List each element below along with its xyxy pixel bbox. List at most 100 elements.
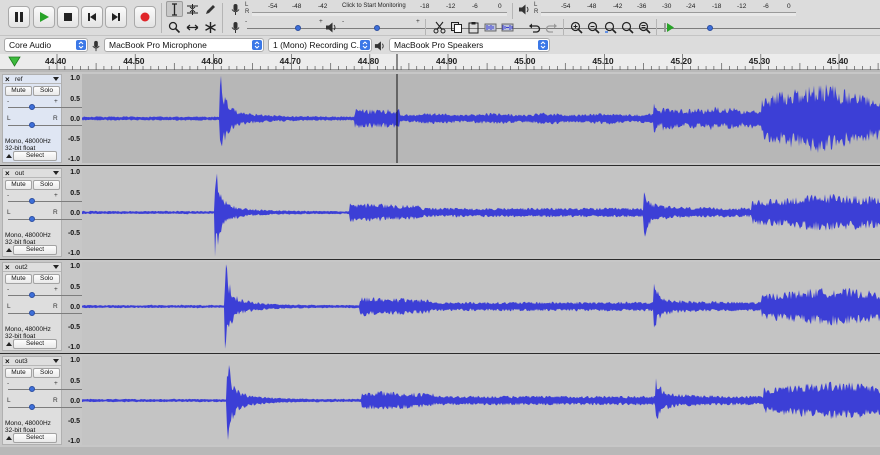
- stop-button[interactable]: [57, 6, 79, 28]
- track-name[interactable]: ref: [15, 75, 23, 84]
- skip-to-end-button[interactable]: [105, 6, 127, 28]
- ruler-label: 45.00: [514, 56, 536, 66]
- gain-slider[interactable]: [8, 103, 880, 111]
- cut-button[interactable]: [431, 19, 448, 35]
- collapse-track-icon[interactable]: [6, 342, 12, 346]
- play-meter-button[interactable]: [516, 1, 533, 17]
- gain-knob[interactable]: [29, 104, 35, 110]
- recording-channels-select[interactable]: 1 (Mono) Recording C...: [268, 38, 372, 52]
- play-speed-knob[interactable]: [707, 25, 714, 31]
- gain-knob[interactable]: [29, 292, 35, 298]
- envelope-tool[interactable]: [184, 1, 201, 17]
- track-name[interactable]: out: [15, 169, 24, 178]
- mute-button[interactable]: Mute: [5, 180, 32, 190]
- mute-button[interactable]: Mute: [5, 86, 32, 96]
- solo-button[interactable]: Solo: [33, 180, 60, 190]
- track-out2[interactable]: × out2 Mute Solo - + L R Mono, 48000Hz 3…: [0, 260, 880, 353]
- pan-slider[interactable]: [8, 403, 880, 411]
- play-meter-bar[interactable]: [541, 12, 796, 16]
- undo-button[interactable]: [526, 19, 543, 35]
- close-track-button[interactable]: ×: [5, 169, 10, 178]
- track-menu-icon[interactable]: [53, 77, 59, 81]
- track-control-panel[interactable]: × out2 Mute Solo - + L R Mono, 48000Hz 3…: [2, 262, 880, 351]
- track-menu-icon[interactable]: [53, 359, 59, 363]
- multi-tool[interactable]: [202, 19, 219, 35]
- waveform[interactable]: [82, 262, 880, 351]
- play-speed-slider[interactable]: [680, 24, 880, 32]
- gain-slider[interactable]: [8, 291, 880, 299]
- draw-tool[interactable]: [202, 1, 219, 17]
- waveform[interactable]: [82, 74, 880, 163]
- zoom-in-button[interactable]: [568, 19, 585, 35]
- mute-button[interactable]: Mute: [5, 368, 32, 378]
- zoom-tool[interactable]: [166, 19, 183, 35]
- play-volume-slider[interactable]: [344, 24, 880, 32]
- gain-slider[interactable]: [8, 197, 880, 205]
- zoom-toggle-button[interactable]: [636, 19, 653, 35]
- redo-button[interactable]: [543, 19, 560, 35]
- track-menu-icon[interactable]: [53, 171, 59, 175]
- monitoring-prompt[interactable]: Click to Start Monitoring: [342, 3, 406, 9]
- waveform[interactable]: [82, 168, 880, 257]
- track-out[interactable]: × out Mute Solo - + L R Mono, 48000Hz 32…: [0, 166, 880, 259]
- pan-slider[interactable]: [8, 215, 880, 223]
- track-control-panel[interactable]: × out3 Mute Solo - + L R Mono, 48000Hz 3…: [2, 356, 880, 445]
- track-menu-icon[interactable]: [53, 265, 59, 269]
- track-ref[interactable]: × ref Mute Solo - + L R Mono, 48000Hz 32…: [0, 72, 880, 165]
- collapse-track-icon[interactable]: [6, 436, 12, 440]
- pan-knob[interactable]: [29, 216, 35, 222]
- paste-button[interactable]: [465, 19, 482, 35]
- select-track-button[interactable]: Select: [13, 433, 57, 443]
- play-icon: [40, 12, 49, 22]
- play-volume-knob[interactable]: [373, 25, 380, 31]
- select-track-button[interactable]: Select: [13, 151, 57, 161]
- trim-button[interactable]: [482, 19, 499, 35]
- track-name[interactable]: out2: [15, 263, 28, 272]
- pan-knob[interactable]: [29, 122, 35, 128]
- collapse-track-icon[interactable]: [6, 248, 12, 252]
- timeline-ruler[interactable]: 44.40 44.50 44.60 44.70 44.80 44.90 45.00 45.10…: [0, 54, 880, 70]
- playback-device-select[interactable]: MacBook Pro Speakers: [389, 38, 550, 52]
- select-track-button[interactable]: Select: [13, 245, 57, 255]
- pan-knob[interactable]: [29, 310, 35, 316]
- gain-knob[interactable]: [29, 386, 35, 392]
- zoom-out-button[interactable]: [585, 19, 602, 35]
- track-out3[interactable]: × out3 Mute Solo - + L R Mono, 48000Hz 3…: [0, 354, 880, 447]
- play-at-speed-button[interactable]: [661, 19, 678, 35]
- gain-slider[interactable]: [8, 385, 880, 393]
- track-name[interactable]: out3: [15, 357, 28, 366]
- record-volume-knob[interactable]: [294, 25, 301, 31]
- select-track-button[interactable]: Select: [13, 339, 57, 349]
- scale-label: -1.0: [67, 250, 80, 257]
- gain-knob[interactable]: [29, 198, 35, 204]
- waveform[interactable]: [82, 356, 880, 445]
- time-shift-tool[interactable]: [184, 19, 201, 35]
- record-button[interactable]: [134, 6, 156, 28]
- solo-button[interactable]: Solo: [33, 86, 60, 96]
- collapse-track-icon[interactable]: [6, 154, 12, 158]
- play-button[interactable]: [33, 6, 55, 28]
- fit-project-button[interactable]: [619, 19, 636, 35]
- close-track-button[interactable]: ×: [5, 357, 10, 366]
- copy-button[interactable]: [448, 19, 465, 35]
- skip-to-start-button[interactable]: [81, 6, 103, 28]
- recording-device-select[interactable]: MacBook Pro Microphone: [104, 38, 264, 52]
- track-control-panel[interactable]: × out Mute Solo - + L R Mono, 48000Hz 32…: [2, 168, 880, 257]
- record-meter-button[interactable]: [227, 1, 244, 17]
- pan-knob[interactable]: [29, 404, 35, 410]
- pause-button[interactable]: [8, 6, 30, 28]
- solo-button[interactable]: Solo: [33, 368, 60, 378]
- audio-host-select[interactable]: Core Audio: [4, 38, 88, 52]
- pan-slider[interactable]: [8, 121, 880, 129]
- pan-slider[interactable]: [8, 309, 880, 317]
- record-meter-bar[interactable]: [252, 12, 507, 16]
- close-track-button[interactable]: ×: [5, 263, 10, 272]
- fit-selection-button[interactable]: [602, 19, 619, 35]
- track-control-panel[interactable]: × ref Mute Solo - + L R Mono, 48000Hz 32…: [2, 74, 880, 163]
- solo-button[interactable]: Solo: [33, 274, 60, 284]
- mute-button[interactable]: Mute: [5, 274, 32, 284]
- close-track-button[interactable]: ×: [5, 75, 10, 84]
- selection-tool[interactable]: [166, 1, 183, 17]
- record-volume-slider[interactable]: [247, 24, 880, 32]
- silence-button[interactable]: [499, 19, 516, 35]
